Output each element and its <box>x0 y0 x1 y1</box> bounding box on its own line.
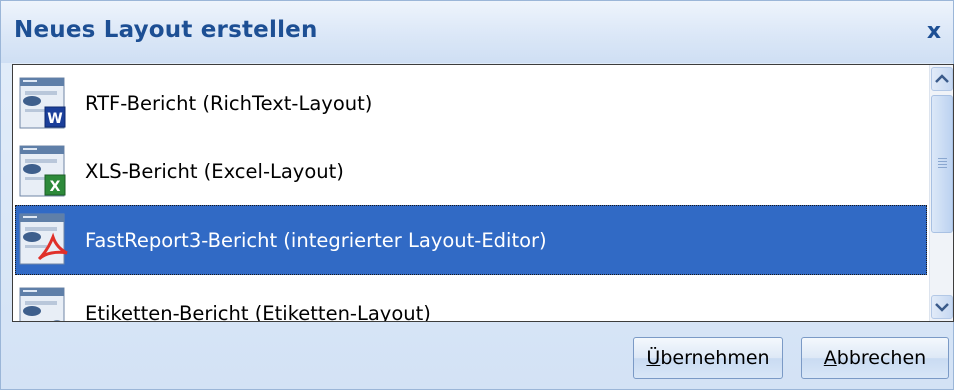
new-layout-dialog: Neues Layout erstellen x W RTF-Bericht (… <box>0 0 954 390</box>
list-item-fastreport[interactable]: FastReport3-Bericht (integrierter Layout… <box>15 205 927 275</box>
pdf-document-icon <box>19 213 68 265</box>
apply-accelerator: Ü <box>646 347 661 369</box>
apply-button[interactable]: Übernehmen <box>633 337 783 379</box>
close-button[interactable]: x <box>921 19 947 45</box>
list-item-rtf[interactable]: W RTF-Bericht (RichText-Layout) <box>15 69 927 137</box>
svg-text:W: W <box>47 111 62 127</box>
chevron-up-icon <box>935 74 949 83</box>
title-bar[interactable]: Neues Layout erstellen x <box>1 1 953 63</box>
list-item-label: FastReport3-Bericht (integrierter Layout… <box>85 228 547 252</box>
excel-document-icon: X <box>19 145 66 197</box>
dialog-title: Neues Layout erstellen <box>14 17 318 43</box>
layout-type-list[interactable]: W RTF-Bericht (RichText-Layout) X XLS-Be… <box>12 64 954 322</box>
list-item-labels[interactable]: Etiketten-Bericht (Etiketten-Layout) <box>15 279 927 322</box>
list-item-xls[interactable]: X XLS-Bericht (Excel-Layout) <box>15 137 927 205</box>
list-item-label: XLS-Bericht (Excel-Layout) <box>85 159 344 183</box>
cancel-button[interactable]: Abbrechen <box>801 337 949 379</box>
vertical-scrollbar[interactable] <box>929 65 953 321</box>
svg-text:X: X <box>50 179 61 195</box>
scroll-down-button[interactable] <box>931 295 953 319</box>
list-items: W RTF-Bericht (RichText-Layout) X XLS-Be… <box>13 65 929 321</box>
cancel-label: bbrechen <box>836 347 927 369</box>
scroll-thumb[interactable] <box>931 95 953 233</box>
chevron-down-icon <box>935 303 949 312</box>
list-item-label: RTF-Bericht (RichText-Layout) <box>85 91 373 115</box>
label-document-icon <box>19 287 65 321</box>
apply-label: bernehmen <box>660 347 770 369</box>
cancel-accelerator: A <box>823 347 837 369</box>
list-item-label: Etiketten-Bericht (Etiketten-Layout) <box>85 301 431 322</box>
scroll-up-button[interactable] <box>931 67 953 91</box>
grip-icon <box>938 158 947 170</box>
word-document-icon: W <box>19 77 66 129</box>
